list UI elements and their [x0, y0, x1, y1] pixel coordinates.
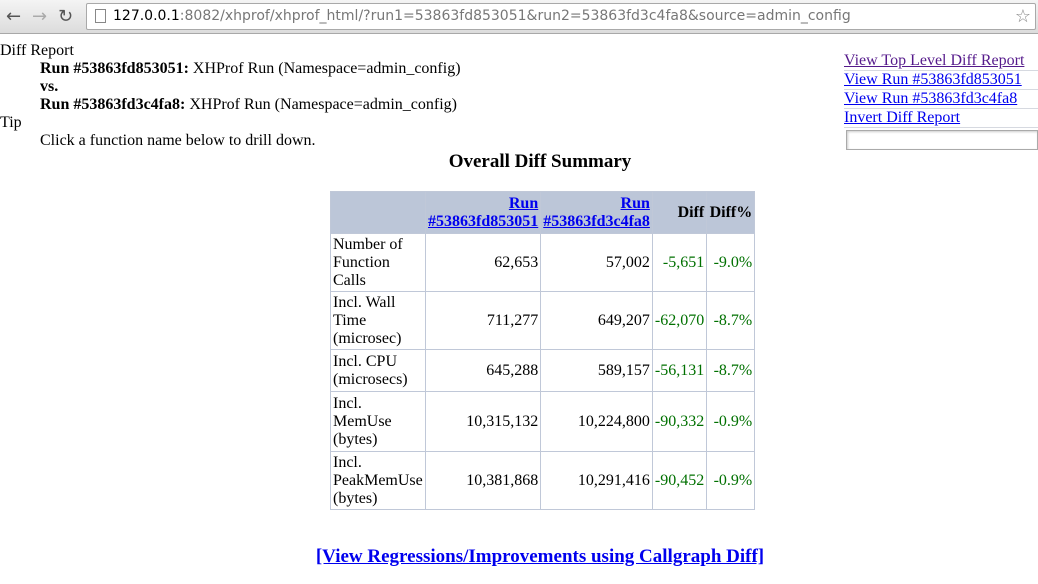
metric-cell: Incl. PeakMemUse (bytes)	[330, 451, 426, 510]
run2-value: 649,207	[540, 291, 653, 350]
diff-pct-value: -0.9%	[706, 451, 756, 510]
table-row: Number of Function Calls 62,653 57,002 -5,6…	[330, 233, 756, 292]
diff-value: -56,131	[651, 349, 708, 392]
bookmark-star-icon[interactable]: ☆	[1015, 4, 1031, 29]
table-row: Incl. Wall Time (microsec) 711,277 649,207…	[330, 291, 756, 350]
report-header: Diff Report Run #53863fd853051: XHProf R…	[0, 42, 840, 150]
reload-icon[interactable]: ↻	[58, 6, 73, 27]
diff-summary-table: Run #53863fd853051 Run #53863fd3c4fa8 Diff…	[330, 191, 756, 510]
url-host: 127.0.0.1	[113, 8, 180, 24]
report-title: Diff Report	[0, 42, 74, 59]
run2-value: 10,224,800	[540, 391, 653, 452]
callgraph-diff-link[interactable]: [View Regressions/Improvements using Cal…	[316, 546, 764, 567]
run2-value: 10,291,416	[540, 451, 653, 510]
function-search-input[interactable]	[846, 130, 1038, 150]
diff-value: -62,070	[651, 291, 708, 350]
metric-cell: Incl. Wall Time (microsec)	[330, 291, 426, 350]
run1-value: 645,288	[424, 349, 542, 392]
run2-value: 589,157	[540, 349, 653, 392]
summary-title: Overall Diff Summary	[448, 151, 632, 172]
back-icon[interactable]: ←	[6, 6, 21, 27]
metric-cell: Incl. MemUse (bytes)	[330, 391, 426, 452]
invert-diff-link[interactable]: Invert Diff Report	[844, 109, 1038, 128]
run2-label: Run #53863fd3c4fa8:	[40, 96, 186, 113]
url-path: :8082/xhprof/xhprof_html/?run1=53863fd85…	[179, 8, 851, 24]
address-bar[interactable]: 127.0.0.1:8082/xhprof/xhprof_html/?run1=…	[86, 3, 1036, 30]
diff-value: -90,452	[651, 451, 708, 510]
run2-value: 57,002	[540, 233, 653, 292]
diff-pct-header: Diff%	[706, 191, 756, 234]
run1-desc: XHProf Run (Namespace=admin_config)	[188, 60, 461, 77]
run1-line: Run #53863fd853051: XHProf Run (Namespac…	[0, 60, 840, 78]
run2-column-link[interactable]: Run #53863fd3c4fa8	[543, 195, 650, 230]
side-links: View Top Level Diff Report View Run #538…	[844, 52, 1038, 150]
browser-toolbar: ← → ↻ 127.0.0.1:8082/xhprof/xhprof_html/…	[0, 0, 1038, 34]
run1-column-link[interactable]: Run #53863fd853051	[428, 195, 538, 230]
run1-value: 10,381,868	[424, 451, 542, 510]
table-row: Incl. PeakMemUse (bytes) 10,381,868 10,291…	[330, 451, 756, 510]
diff-pct-value: -8.7%	[706, 349, 756, 392]
view-run2-link[interactable]: View Run #53863fd3c4fa8	[844, 90, 1038, 109]
diff-pct-value: -0.9%	[706, 391, 756, 452]
diff-header: Diff	[651, 191, 708, 234]
forward-icon[interactable]: →	[32, 6, 47, 27]
diff-value: -5,651	[651, 233, 708, 292]
tip-title: Tip	[0, 114, 22, 131]
run1-value: 62,653	[424, 233, 542, 292]
header-empty	[330, 191, 426, 234]
tip-text: Click a function name below to drill dow…	[40, 132, 316, 149]
metric-cell: Incl. CPU (microsecs)	[330, 349, 426, 392]
vs-label: vs.	[40, 78, 59, 95]
run1-label: Run #53863fd853051:	[40, 60, 189, 77]
table-row: Incl. MemUse (bytes) 10,315,132 10,224,800…	[330, 391, 756, 452]
top-level-diff-link[interactable]: View Top Level Diff Report	[844, 52, 1038, 71]
table-row: Incl. CPU (microsecs) 645,288 589,157 -56,1…	[330, 349, 756, 392]
metric-cell: Number of Function Calls	[330, 233, 426, 292]
run1-value: 10,315,132	[424, 391, 542, 452]
view-run1-link[interactable]: View Run #53863fd853051	[844, 71, 1038, 90]
diff-value: -90,332	[651, 391, 708, 452]
run1-value: 711,277	[424, 291, 542, 350]
run2-line: Run #53863fd3c4fa8: XHProf Run (Namespac…	[0, 96, 840, 114]
page-icon	[95, 9, 106, 23]
table-header-row: Run #53863fd853051 Run #53863fd3c4fa8 Diff…	[330, 191, 756, 234]
diff-pct-value: -8.7%	[706, 291, 756, 350]
run2-desc: XHProf Run (Namespace=admin_config)	[185, 96, 457, 113]
diff-pct-value: -9.0%	[706, 233, 756, 292]
